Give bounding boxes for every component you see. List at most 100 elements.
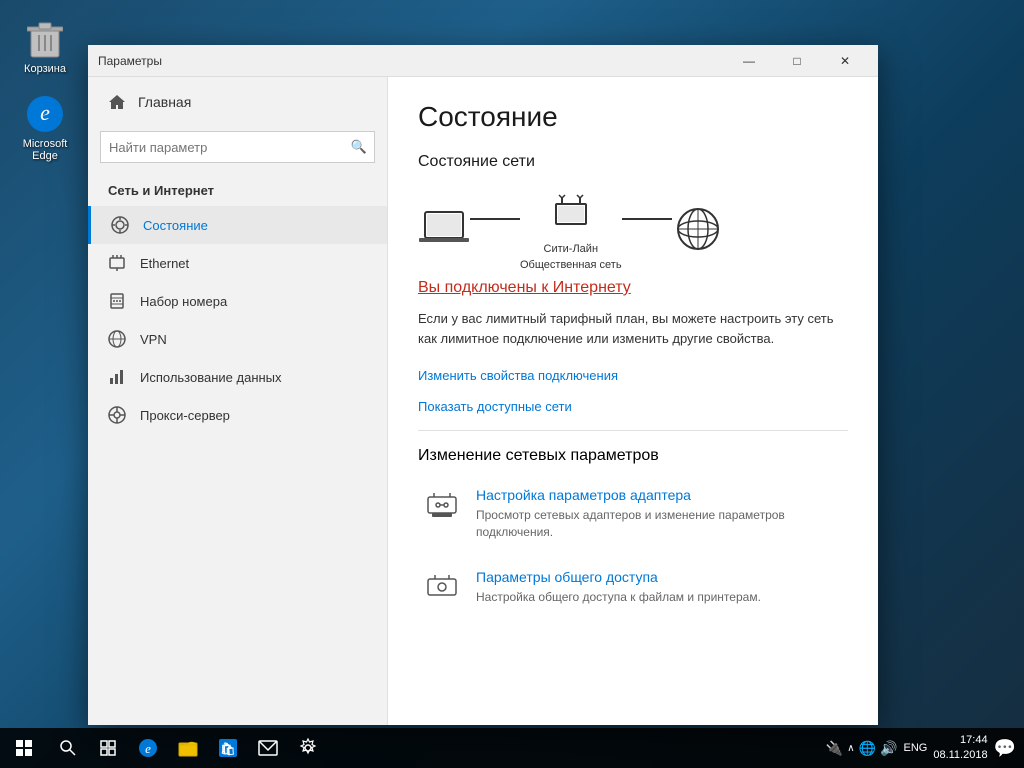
sidebar-section-title: Сеть и Интернет (88, 175, 387, 206)
proxy-icon (108, 406, 126, 424)
section-divider (418, 430, 848, 431)
sharing-content: Параметры общего доступа Настройка общег… (476, 569, 842, 606)
edge-label: Microsoft Edge (23, 138, 68, 162)
start-button[interactable] (0, 728, 48, 768)
taskbar-edge-button[interactable]: e (128, 728, 168, 768)
close-button[interactable]: ✕ (822, 45, 868, 77)
taskbar-explorer-icon (178, 738, 198, 758)
laptop-device (418, 203, 470, 255)
main-content: Состояние Состояние сети (388, 77, 878, 725)
clock-date: 08.11.2018 (933, 748, 987, 763)
ethernet-icon (108, 254, 126, 272)
connected-status: Вы подключены к Интернету (418, 279, 848, 297)
sharing-settings-item[interactable]: Параметры общего доступа Настройка общег… (418, 563, 848, 612)
desktop: Корзина e Microsoft Edge Параметры — □ ✕ (0, 0, 1024, 768)
svg-text:e: e (145, 741, 151, 756)
taskbar-search-icon (60, 740, 76, 756)
data-usage-icon (108, 368, 126, 386)
laptop-icon (418, 203, 470, 255)
settings-window: Параметры — □ ✕ Главная � (88, 45, 878, 725)
adapter-desc: Просмотр сетевых адаптеров и изменение п… (476, 507, 842, 541)
sidebar-item-vpn[interactable]: VPN (88, 320, 387, 358)
taskbar-store-icon: 🛍 (218, 738, 238, 758)
internet-device (672, 203, 724, 255)
adapter-settings-item[interactable]: Настройка параметров адаптера Просмотр с… (418, 481, 848, 547)
sidebar-item-datausage[interactable]: Использование данных (88, 358, 387, 396)
search-icon: 🔍 (351, 139, 367, 155)
taskbar-store-button[interactable]: 🛍 (208, 728, 248, 768)
sidebar-ethernet-label: Ethernet (140, 256, 189, 271)
line-2 (622, 218, 672, 220)
maximize-button[interactable]: □ (774, 45, 820, 77)
clock-time: 17:44 (933, 733, 987, 748)
sidebar: Главная 🔍 Сеть и Интернет (88, 77, 388, 725)
dialup-icon (108, 292, 126, 310)
sidebar-home-button[interactable]: Главная (88, 77, 387, 127)
taskbar-sys-icons: 🔌 ∧ 🌐 🔊 (826, 740, 898, 757)
network-status-title: Состояние сети (418, 153, 848, 171)
sidebar-item-status[interactable]: Состояние (88, 206, 387, 244)
taskbar-mail-icon (258, 739, 278, 757)
sharing-title: Параметры общего доступа (476, 569, 842, 585)
taskbar-lang: ENG (903, 742, 927, 754)
taskbar-right: 🔌 ∧ 🌐 🔊 ENG 17:44 08.11.2018 💬 (826, 733, 1024, 764)
line-1 (470, 218, 520, 220)
recycle-bin-icon[interactable]: Корзина (10, 15, 80, 79)
network-name: Сити-Лайн (544, 243, 599, 255)
svg-text:🛍: 🛍 (220, 742, 235, 756)
taskbar: e 🛍 (0, 728, 1024, 768)
window-title: Параметры (98, 54, 726, 68)
vpn-icon (108, 330, 126, 348)
task-view-button[interactable] (88, 728, 128, 768)
edge-desktop-icon[interactable]: e Microsoft Edge (10, 90, 80, 166)
sidebar-dialup-label: Набор номера (140, 294, 227, 309)
recycle-bin-label: Корзина (24, 63, 66, 75)
adapter-icon (424, 487, 460, 523)
info-text: Если у вас лимитный тарифный план, вы мо… (418, 309, 838, 348)
change-properties-link[interactable]: Изменить свойства подключения (418, 368, 848, 383)
status-icon (111, 216, 129, 234)
home-icon (108, 93, 126, 111)
sidebar-item-dialup[interactable]: Набор номера (88, 282, 387, 320)
window-controls: — □ ✕ (726, 45, 868, 77)
windows-logo-icon (16, 740, 32, 756)
minimize-button[interactable]: — (726, 45, 772, 77)
sidebar-status-label: Состояние (143, 218, 208, 233)
sidebar-search-input[interactable] (100, 131, 375, 163)
taskbar-search-button[interactable] (48, 728, 88, 768)
network-type: Общественная сеть (520, 259, 622, 271)
taskbar-network-icon: 🌐 (859, 740, 876, 757)
sidebar-proxy-label: Прокси-сервер (140, 408, 230, 423)
sharing-icon (424, 569, 460, 605)
window-body: Главная 🔍 Сеть и Интернет (88, 77, 878, 725)
notification-icon[interactable]: 💬 (994, 738, 1016, 759)
network-diagram: Сити-Лайн Общественная сеть (418, 187, 848, 271)
taskbar-settings-icon (298, 738, 318, 758)
taskbar-mail-button[interactable] (248, 728, 288, 768)
sidebar-vpn-label: VPN (140, 332, 167, 347)
adapter-content: Настройка параметров адаптера Просмотр с… (476, 487, 842, 541)
change-settings-title: Изменение сетевых параметров (418, 447, 848, 465)
sidebar-home-label: Главная (138, 94, 191, 110)
caret-icon: ∧ (847, 743, 854, 754)
page-title: Состояние (418, 101, 848, 133)
task-view-icon (100, 740, 116, 756)
taskbar-edge-icon: e (138, 738, 158, 758)
router-device: Сити-Лайн Общественная сеть (520, 187, 622, 271)
taskbar-clock: 17:44 08.11.2018 (933, 733, 987, 764)
show-networks-link[interactable]: Показать доступные сети (418, 399, 848, 414)
taskbar-explorer-button[interactable] (168, 728, 208, 768)
taskbar-settings-button[interactable] (288, 728, 328, 768)
router-icon (545, 187, 597, 239)
sidebar-item-ethernet[interactable]: Ethernet (88, 244, 387, 282)
sidebar-search-container: 🔍 (100, 131, 375, 163)
network-status-icon: 🔌 (826, 740, 843, 757)
title-bar: Параметры — □ ✕ (88, 45, 878, 77)
sidebar-datausage-label: Использование данных (140, 370, 282, 385)
adapter-title: Настройка параметров адаптера (476, 487, 842, 503)
sharing-desc: Настройка общего доступа к файлам и прин… (476, 589, 842, 606)
svg-text:e: e (40, 100, 50, 125)
taskbar-volume-icon: 🔊 (880, 740, 897, 757)
sidebar-item-proxy[interactable]: Прокси-сервер (88, 396, 387, 434)
globe-icon (672, 203, 724, 255)
